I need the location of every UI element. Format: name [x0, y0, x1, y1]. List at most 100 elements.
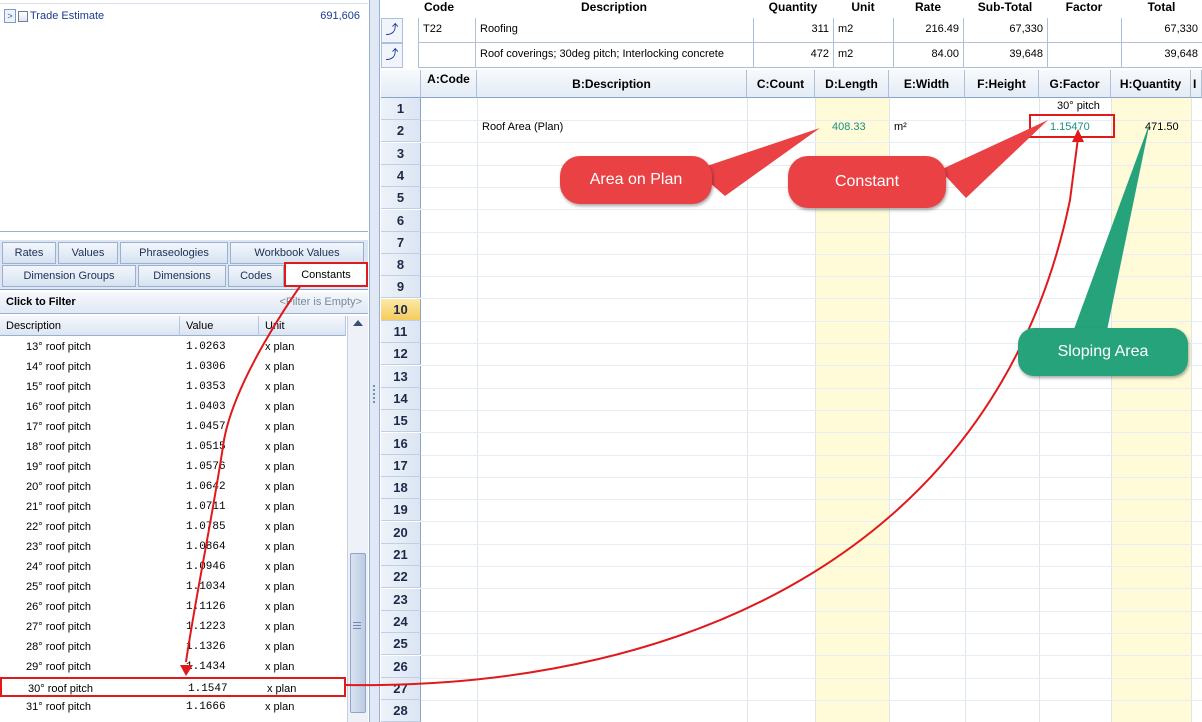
constant-row[interactable]: 29° roof pitch 1.1434 x plan: [0, 657, 346, 677]
col-b-description[interactable]: B:Description: [477, 70, 747, 98]
cell-unit[interactable]: m2: [833, 43, 893, 68]
row-action-icon[interactable]: ⤴: [381, 43, 403, 68]
constant-row[interactable]: 15° roof pitch 1.0353 x plan: [0, 377, 346, 397]
row2-length[interactable]: 408.33: [832, 121, 866, 133]
cell-quantity[interactable]: 311: [753, 18, 833, 43]
cell-total[interactable]: 67,330: [1121, 18, 1202, 43]
estimate-row-roof-coverings[interactable]: ⤴ Roof coverings; 30deg pitch; Interlock…: [381, 43, 1202, 68]
row-number[interactable]: 10: [381, 298, 421, 321]
filter-label[interactable]: Click to Filter: [6, 296, 76, 308]
row-number[interactable]: 5: [381, 187, 421, 210]
tab-rates[interactable]: Rates: [2, 242, 56, 264]
filter-bar[interactable]: Click to Filter <Filter is Empty>: [0, 292, 368, 314]
constant-value: 1.1326: [186, 641, 226, 653]
scroll-thumb[interactable]: [350, 553, 366, 713]
constant-row[interactable]: 30° roof pitch 1.1547 x plan: [0, 677, 346, 697]
constant-row[interactable]: 18° roof pitch 1.0515 x plan: [0, 437, 346, 457]
row-number[interactable]: 24: [381, 610, 421, 633]
tab-dimension-groups[interactable]: Dimension Groups: [2, 265, 136, 287]
constant-row[interactable]: 23° roof pitch 1.0864 x plan: [0, 537, 346, 557]
row-number[interactable]: 26: [381, 655, 421, 678]
col-i[interactable]: I: [1191, 70, 1202, 98]
tab-workbook-values[interactable]: Workbook Values: [230, 242, 364, 264]
row2-quantity[interactable]: 471.50: [1145, 121, 1179, 133]
cell-description[interactable]: Roof coverings; 30deg pitch; Interlockin…: [475, 43, 753, 68]
constant-row[interactable]: 26° roof pitch 1.1126 x plan: [0, 597, 346, 617]
constant-row[interactable]: 31° roof pitch 1.1666 x plan: [0, 697, 346, 717]
row-number[interactable]: 23: [381, 588, 421, 611]
corner-cell[interactable]: [381, 70, 421, 98]
constant-row[interactable]: 28° roof pitch 1.1326 x plan: [0, 637, 346, 657]
row-number[interactable]: 18: [381, 477, 421, 500]
constant-row[interactable]: 20° roof pitch 1.0642 x plan: [0, 477, 346, 497]
col-h-quantity[interactable]: H:Quantity: [1111, 70, 1191, 98]
row-number[interactable]: 22: [381, 566, 421, 589]
row-number[interactable]: 20: [381, 521, 421, 544]
row2-description[interactable]: Roof Area (Plan): [482, 121, 563, 133]
cell-quantity[interactable]: 472: [753, 43, 833, 68]
row-number[interactable]: 11: [381, 321, 421, 343]
col-f-height[interactable]: F:Height: [965, 70, 1039, 98]
row-number[interactable]: 16: [381, 432, 421, 455]
constant-row[interactable]: 16° roof pitch 1.0403 x plan: [0, 397, 346, 417]
row-number[interactable]: 21: [381, 544, 421, 566]
cell-description[interactable]: Roofing: [475, 18, 753, 43]
row-number[interactable]: 19: [381, 499, 421, 522]
row-number[interactable]: 6: [381, 209, 421, 232]
expand-arrow-icon[interactable]: >: [4, 9, 16, 23]
panel-splitter[interactable]: [370, 0, 380, 722]
row-number[interactable]: 28: [381, 700, 421, 722]
col-a-code[interactable]: A:Code: [421, 70, 477, 98]
constant-row[interactable]: 14° roof pitch 1.0306 x plan: [0, 357, 346, 377]
constant-row[interactable]: 17° roof pitch 1.0457 x plan: [0, 417, 346, 437]
cell-rate[interactable]: 216.49: [893, 18, 963, 43]
constants-scrollbar[interactable]: [347, 316, 368, 722]
tab-codes[interactable]: Codes: [228, 265, 284, 287]
row-number[interactable]: 25: [381, 633, 421, 656]
cell-rate[interactable]: 84.00: [893, 43, 963, 68]
row-number[interactable]: 27: [381, 677, 421, 700]
row-number[interactable]: 14: [381, 387, 421, 410]
col-unit[interactable]: Unit: [259, 316, 346, 336]
row-number[interactable]: 2: [381, 120, 421, 143]
constant-row[interactable]: 13° roof pitch 1.0263 x plan: [0, 337, 346, 357]
row-number[interactable]: 7: [381, 231, 421, 254]
col-g-factor[interactable]: G:Factor: [1039, 70, 1111, 98]
row-number[interactable]: 1: [381, 98, 421, 120]
row-action-icon[interactable]: ⤴: [381, 18, 403, 43]
row-number[interactable]: 12: [381, 343, 421, 366]
constant-row[interactable]: 25° roof pitch 1.1034 x plan: [0, 577, 346, 597]
constant-row[interactable]: 21° roof pitch 1.0711 x plan: [0, 497, 346, 517]
constant-row[interactable]: 19° roof pitch 1.0576 x plan: [0, 457, 346, 477]
tree-row-trade-estimate[interactable]: > Trade Estimate 691,606: [0, 7, 368, 25]
constant-row[interactable]: 24° roof pitch 1.0946 x plan: [0, 557, 346, 577]
cell-code[interactable]: [418, 43, 475, 68]
tab-values[interactable]: Values: [58, 242, 118, 264]
constant-row[interactable]: 27° roof pitch 1.1223 x plan: [0, 617, 346, 637]
col-description[interactable]: Description: [0, 316, 180, 336]
col-e-width[interactable]: E:Width: [889, 70, 965, 98]
constant-row[interactable]: 22° roof pitch 1.0785 x plan: [0, 517, 346, 537]
row-number[interactable]: 3: [381, 142, 421, 165]
cell-code[interactable]: T22: [418, 18, 475, 43]
scroll-up-icon[interactable]: [353, 320, 363, 326]
row-number[interactable]: 8: [381, 254, 421, 277]
cell-total[interactable]: 39,648: [1121, 43, 1202, 68]
col-c-count[interactable]: C:Count: [747, 70, 815, 98]
cell-factor[interactable]: [1047, 18, 1121, 43]
estimate-row-roofing[interactable]: ⤴ T22 Roofing 311 m2 216.49 67,330 67,33…: [381, 18, 1202, 43]
cell-subtotal[interactable]: 67,330: [963, 18, 1047, 43]
row-number[interactable]: 15: [381, 410, 421, 433]
row-number[interactable]: 13: [381, 365, 421, 388]
row-number[interactable]: 9: [381, 276, 421, 299]
row-number[interactable]: 17: [381, 454, 421, 477]
cell-unit[interactable]: m2: [833, 18, 893, 43]
col-value[interactable]: Value: [180, 316, 259, 336]
cell-factor[interactable]: [1047, 43, 1121, 68]
tab-phraseologies[interactable]: Phraseologies: [120, 242, 228, 264]
col-d-length[interactable]: D:Length: [815, 70, 889, 98]
tab-dimensions[interactable]: Dimensions: [138, 265, 226, 287]
row-number[interactable]: 4: [381, 164, 421, 187]
tab-constants[interactable]: Constants: [284, 262, 368, 287]
cell-subtotal[interactable]: 39,648: [963, 43, 1047, 68]
